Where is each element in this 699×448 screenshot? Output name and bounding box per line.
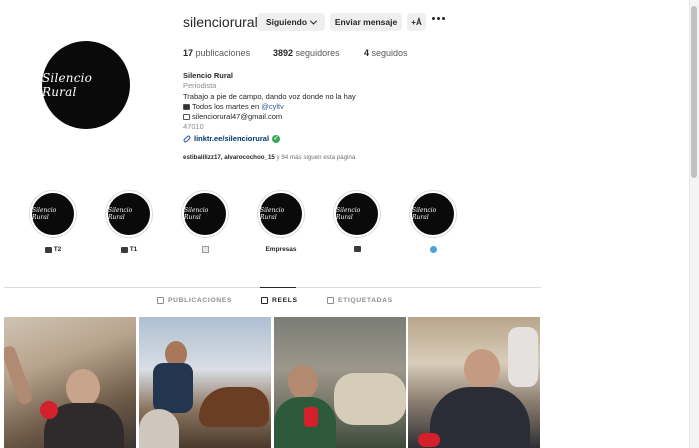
reels-icon [261,297,268,304]
bio-postal-code: 47010 [183,122,204,131]
highlight-t2[interactable]: Silencio Rural T2 [29,191,77,253]
highlight-cover: Silencio Rural [182,191,228,237]
grid-icon [157,297,164,304]
tv-icon [120,246,128,253]
bio-name: Silencio Rural [183,71,234,80]
verified-check-icon: ✓ [272,135,281,143]
bio-email: silenciorural47@gmail.com [183,112,282,122]
bio-category: Periodista [183,81,217,90]
chevron-down-icon [310,17,318,25]
bio-link-text: linktr.ee/silenciorural [194,134,270,143]
highlight-cover: Silencio Rural [410,191,456,237]
page-scrollbar[interactable] [689,0,699,448]
active-tab-indicator [260,287,296,288]
highlight-cover: Silencio Rural [258,191,304,237]
following-button[interactable]: Siguiendo [257,13,325,31]
highlight-globe[interactable]: Silencio Rural [409,191,457,253]
profile-username: silenciorural [183,14,258,30]
send-message-button[interactable]: Enviar mensaje [330,13,402,31]
posts-stat: 17 publicaciones [183,48,251,58]
tab-etiquetadas[interactable]: ETIQUETADAS [327,297,393,304]
highlight-empresas[interactable]: Silencio Rural Empresas [257,191,305,253]
highlight-cover: Silencio Rural [334,191,380,237]
mention-link[interactable]: @cyltv [261,102,284,111]
profile-avatar[interactable]: Silencio Rural [42,41,130,129]
reel-thumbnail[interactable] [408,317,540,448]
tv-icon [44,246,52,253]
following-button-label: Siguiendo [265,17,308,27]
box-icon [201,246,209,253]
bio-external-link[interactable]: linktr.ee/silenciorural ✓ [182,134,281,144]
bio-text: Trabajo a pie de campo, dando voz donde … [183,92,356,101]
highlight-card[interactable]: Silencio Rural [333,191,381,252]
highlight-box[interactable]: Silencio Rural [181,191,229,253]
tv-icon [183,104,190,110]
highlight-cover: Silencio Rural [106,191,152,237]
profile-stats: 17 publicaciones 3892 seguidores 4 segui… [183,48,408,58]
highlight-t1[interactable]: Silencio Rural T1 [105,191,153,253]
add-person-icon: +Å [411,17,422,27]
more-options-icon[interactable] [432,17,445,20]
send-message-label: Enviar mensaje [334,17,398,27]
avatar-logo-text: Silencio Rural [42,71,93,99]
card-icon [353,246,361,252]
mailbox-icon [183,114,190,120]
following-stat[interactable]: 4 seguidos [364,48,408,58]
tab-reels[interactable]: REELS [261,297,298,304]
link-icon [182,134,192,144]
highlight-cover: Silencio Rural [30,191,76,237]
followed-by-text[interactable]: estibalilizz17, alvarocochoo_15 y 84 más… [183,154,355,161]
reel-thumbnail[interactable] [139,317,271,448]
globe-icon [429,246,437,253]
bio-schedule: Todos los martes en @cyltv [183,102,284,112]
scrollbar-thumb[interactable] [691,6,697,178]
tagged-icon [327,297,334,304]
followers-stat[interactable]: 3892 seguidores [273,48,364,58]
tab-publicaciones[interactable]: PUBLICACIONES [157,297,232,304]
suggest-users-button[interactable]: +Å [407,13,426,31]
reel-thumbnail[interactable] [274,317,406,448]
reel-thumbnail[interactable] [4,317,136,448]
